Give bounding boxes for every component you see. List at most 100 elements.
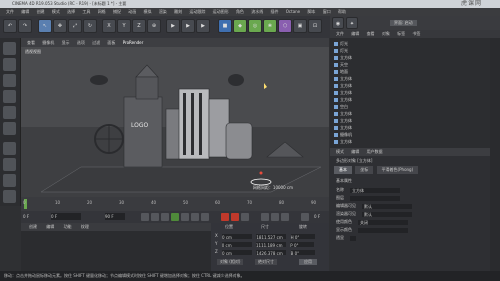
mat-menu-edit[interactable]: 编辑 [46, 224, 54, 229]
render-picture-viewer-icon[interactable]: ▶ [181, 19, 195, 33]
om-menu-bookmarks[interactable]: 书签 [412, 31, 420, 36]
redo-icon[interactable]: ↷ [18, 19, 32, 33]
list-item[interactable]: 灯光 [334, 40, 348, 47]
pos-x-field[interactable]: 0 cm [222, 233, 253, 240]
tab-coord[interactable]: 坐标 [355, 166, 374, 174]
name-field[interactable]: 立方体 [350, 187, 400, 193]
scale-tool-icon[interactable]: ⤢ [68, 19, 82, 33]
perspective-viewport[interactable]: LOGO 透视视图 网格间距：10000 cm [21, 47, 329, 197]
tab-phong[interactable]: 平滑着色(Phong) [376, 166, 419, 174]
rotate-tool-icon[interactable]: ↻ [83, 19, 97, 33]
max-frame-field[interactable]: 90 F [105, 213, 125, 220]
pen-spline-icon[interactable]: ◆ [233, 19, 247, 33]
coord-system-icon[interactable]: ⊕ [147, 19, 161, 33]
record-icon[interactable] [221, 213, 229, 221]
deformer-icon[interactable]: ⬡ [278, 19, 292, 33]
keyframe-selection-icon[interactable] [241, 213, 249, 221]
autokey-icon[interactable] [231, 213, 239, 221]
points-mode-icon[interactable] [3, 90, 16, 103]
list-item[interactable]: 立方体 [334, 96, 352, 103]
display-color-field[interactable] [358, 227, 408, 233]
menu-snap[interactable]: 捕捉 [113, 8, 121, 16]
attr-menu-mode[interactable]: 模式 [336, 149, 344, 154]
model-mode-icon[interactable] [3, 58, 16, 71]
next-frame-icon[interactable] [181, 213, 189, 221]
list-item[interactable]: 立方体 [334, 117, 352, 124]
texture-mode-icon[interactable] [3, 74, 16, 87]
menu-create[interactable]: 创建 [37, 8, 45, 16]
snap-icon[interactable] [3, 158, 16, 171]
vp-menu-camera[interactable]: 摄像机 [42, 40, 54, 45]
menu-help[interactable]: 帮助 [338, 8, 346, 16]
render-visible-dropdown[interactable]: 默认 [362, 211, 412, 217]
mat-menu-create[interactable]: 创建 [29, 224, 37, 229]
vp-menu-view[interactable]: 查看 [27, 40, 35, 45]
render-view-icon[interactable]: ▶ [166, 19, 180, 33]
scene-icon[interactable]: ✦ [346, 17, 358, 29]
attr-menu-userdata[interactable]: 用户数据 [367, 149, 383, 154]
next-key-icon[interactable] [191, 213, 199, 221]
x-axis-button[interactable]: X [102, 19, 116, 33]
move-tool-icon[interactable]: ✥ [53, 19, 67, 33]
list-item[interactable]: 摄像机 [334, 131, 352, 138]
pos-z-field[interactable]: 0 cm [222, 249, 253, 256]
play-icon[interactable] [171, 213, 179, 221]
select-tool-icon[interactable]: ↖ [38, 19, 52, 33]
tab-basic[interactable]: 基本 [334, 166, 352, 174]
list-item[interactable]: 地面 [334, 68, 348, 75]
axis-mode-icon[interactable] [3, 142, 16, 155]
vp-menu-filter[interactable]: 过滤 [92, 40, 100, 45]
rotation-key-icon[interactable] [281, 213, 289, 221]
list-item[interactable]: 天空 [334, 61, 348, 68]
menu-tools[interactable]: 工具 [82, 8, 90, 16]
menu-sculpt[interactable]: 雕刻 [174, 8, 182, 16]
timeline-settings-icon[interactable] [301, 213, 309, 221]
right-scrollbar[interactable] [490, 38, 500, 271]
make-editable-icon[interactable] [3, 42, 16, 55]
vp-menu-options[interactable]: 选项 [77, 40, 85, 45]
menu-render[interactable]: 渲染 [159, 8, 167, 16]
menu-animate[interactable]: 动画 [128, 8, 136, 16]
om-menu-file[interactable]: 文件 [336, 31, 344, 36]
om-menu-edit[interactable]: 编辑 [351, 31, 359, 36]
menu-plugins[interactable]: 插件 [271, 8, 279, 16]
render-settings-icon[interactable]: ▶ [196, 19, 210, 33]
camera-icon[interactable]: ⊡ [308, 19, 322, 33]
menu-edit[interactable]: 编辑 [21, 8, 29, 16]
om-menu-view[interactable]: 查看 [367, 31, 375, 36]
xray-checkbox[interactable] [350, 235, 356, 241]
apply-button[interactable]: 应用 [299, 259, 317, 265]
list-item[interactable]: 立方体 [334, 138, 352, 145]
min-frame-field[interactable]: 0 F [51, 213, 81, 220]
undo-icon[interactable]: ↶ [3, 19, 17, 33]
vp-menu-prorender[interactable]: ProRender [123, 40, 144, 45]
menu-tracking[interactable]: 运动跟踪 [189, 8, 205, 16]
start-frame-field[interactable]: 0 F [23, 214, 29, 219]
rot-h-field[interactable]: H 0° [290, 233, 315, 240]
size-z-field[interactable]: 1426.378 cm [256, 249, 287, 256]
menu-octane[interactable]: Octane [286, 8, 300, 16]
workplane-icon[interactable] [3, 174, 16, 187]
layer-field[interactable] [350, 195, 400, 201]
menu-mode[interactable]: 模式 [52, 8, 60, 16]
light-icon[interactable]: ◉ [332, 17, 344, 29]
y-axis-button[interactable]: Y [117, 19, 131, 33]
list-item[interactable]: 立方体 [334, 75, 352, 82]
editor-visible-dropdown[interactable]: 默认 [362, 203, 412, 209]
layout-dropdown[interactable]: 界面: 启动 [390, 20, 417, 26]
menu-mesh[interactable]: 网格 [98, 8, 106, 16]
menu-character[interactable]: 角色 [236, 8, 244, 16]
list-item[interactable]: 空白 [334, 103, 348, 110]
om-menu-tags[interactable]: 标签 [397, 31, 405, 36]
cube-icon[interactable]: ■ [218, 19, 232, 33]
vp-menu-panel[interactable]: 面板 [107, 40, 115, 45]
timeline-ruler[interactable]: 0 10 20 30 40 50 60 70 80 90 [21, 197, 329, 211]
list-item[interactable]: 立方体 [334, 54, 352, 61]
rot-b-field[interactable]: B 0° [290, 249, 315, 256]
mat-menu-texture[interactable]: 纹理 [81, 224, 89, 229]
list-item[interactable]: 灯光 [334, 47, 348, 54]
vp-menu-display[interactable]: 显示 [62, 40, 70, 45]
scale-key-icon[interactable] [271, 213, 279, 221]
menu-pipeline[interactable]: 流水线 [251, 8, 263, 16]
om-menu-object[interactable]: 对象 [382, 31, 390, 36]
